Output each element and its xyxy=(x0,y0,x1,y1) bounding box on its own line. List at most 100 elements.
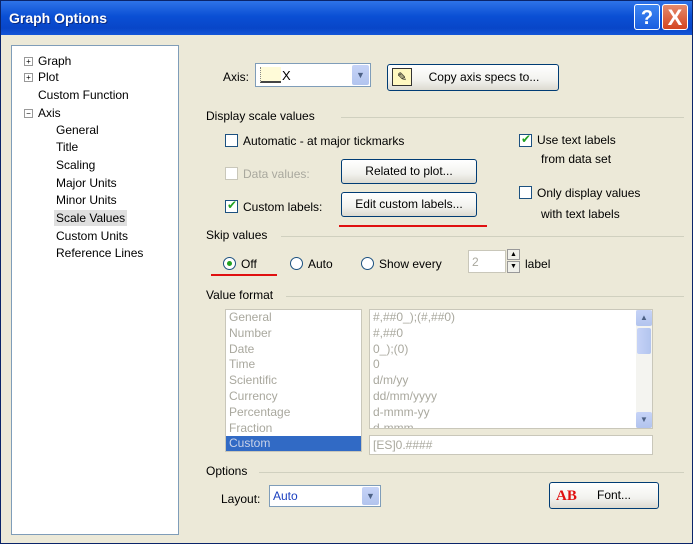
group-divider xyxy=(259,472,684,473)
automatic-checkbox[interactable] xyxy=(225,134,238,147)
list-item[interactable]: #,##0 xyxy=(370,326,652,342)
title-bar[interactable]: Graph Options ? X xyxy=(1,1,692,35)
list-item[interactable]: Number xyxy=(226,326,361,342)
list-item[interactable]: Date xyxy=(226,342,361,358)
list-item[interactable]: Time xyxy=(226,357,361,373)
expand-icon[interactable]: + xyxy=(24,73,33,82)
only-display-values-checkbox[interactable] xyxy=(519,186,532,199)
list-item[interactable]: d/m/yy xyxy=(370,373,652,389)
skip-auto-radio[interactable] xyxy=(290,257,303,270)
format-code-list[interactable]: #,##0_);(#,##0) #,##0 0_);(0) 0 d/m/yy d… xyxy=(369,309,653,429)
close-button[interactable]: X xyxy=(662,4,688,30)
copy-axis-specs-label: Copy axis specs to... xyxy=(428,70,540,84)
tree-item-general[interactable]: General xyxy=(56,122,99,138)
axis-combo[interactable]: X ▼ xyxy=(255,63,371,87)
skip-show-every-label: Show every xyxy=(379,257,442,271)
red-underline-annotation xyxy=(211,274,277,276)
axis-ruler-icon xyxy=(260,67,281,83)
font-button-label: Font... xyxy=(596,488,631,502)
skip-show-every-radio[interactable] xyxy=(361,257,374,270)
related-to-plot-button[interactable]: Related to plot... xyxy=(341,159,477,184)
skip-off-radio[interactable] xyxy=(223,257,236,270)
collapse-icon[interactable]: − xyxy=(24,109,33,118)
help-button[interactable]: ? xyxy=(634,4,660,30)
list-item[interactable]: 0 xyxy=(370,357,652,373)
tree-item-major-units[interactable]: Major Units xyxy=(56,175,117,191)
tree-item-reference-lines[interactable]: Reference Lines xyxy=(56,245,143,261)
use-text-labels-line2: from data set xyxy=(541,152,612,166)
tree-item-custom-units[interactable]: Custom Units xyxy=(56,228,128,244)
font-icon: AB xyxy=(556,488,577,504)
format-code-value: [ES]0.#### xyxy=(373,438,433,452)
data-values-checkbox[interactable] xyxy=(225,167,238,180)
list-item[interactable]: d-mmm-yy xyxy=(370,405,652,421)
tree-item-minor-units[interactable]: Minor Units xyxy=(56,192,117,208)
expand-icon[interactable]: + xyxy=(24,57,33,66)
value-format-heading: Value format xyxy=(206,288,274,302)
custom-labels-checkbox[interactable]: ✔ xyxy=(225,198,238,213)
list-item[interactable]: Currency xyxy=(226,389,361,405)
only-display-line2: with text labels xyxy=(541,207,620,221)
tree-item-scaling[interactable]: Scaling xyxy=(56,157,95,173)
skip-count-value: 2 xyxy=(472,255,479,269)
axis-label: Axis: xyxy=(223,70,250,84)
font-button[interactable]: AB Font... xyxy=(549,482,659,509)
edit-custom-labels-button[interactable]: Edit custom labels... xyxy=(341,192,477,217)
window-title: Graph Options xyxy=(9,10,107,26)
graph-options-window: Graph Options ? X + Graph + Plot Custom … xyxy=(0,0,693,544)
list-item[interactable]: Fraction xyxy=(226,421,361,437)
chevron-down-icon[interactable]: ▼ xyxy=(507,261,520,273)
format-code-input[interactable]: [ES]0.#### xyxy=(369,435,653,455)
chevron-up-icon[interactable]: ▲ xyxy=(507,249,520,260)
chevron-down-icon[interactable]: ▼ xyxy=(352,65,369,85)
scroll-down-icon[interactable]: ▼ xyxy=(636,412,652,428)
list-item[interactable]: 0_);(0) xyxy=(370,342,652,358)
tree-item-label: Plot xyxy=(38,70,59,84)
scroll-thumb[interactable] xyxy=(637,328,651,354)
group-divider xyxy=(341,117,684,118)
axis-value: X xyxy=(282,68,291,83)
copy-axis-specs-button[interactable]: ✎ Copy axis specs to... xyxy=(387,64,559,91)
skip-count-input[interactable]: 2 xyxy=(468,250,506,273)
use-text-labels-line1: Use text labels xyxy=(537,133,616,147)
red-underline-annotation xyxy=(339,225,487,227)
pencil-icon: ✎ xyxy=(392,68,412,86)
list-item[interactable]: #,##0_);(#,##0) xyxy=(370,310,652,326)
list-item[interactable]: dd/mm/yyyy xyxy=(370,389,652,405)
list-item[interactable]: d-mmm xyxy=(370,421,652,428)
skip-off-label: Off xyxy=(241,257,257,271)
group-divider xyxy=(286,296,684,297)
display-scale-values-heading: Display scale values xyxy=(206,109,315,123)
list-item[interactable]: Percentage xyxy=(226,405,361,421)
format-category-list[interactable]: General Number Date Time Scientific Curr… xyxy=(225,309,362,452)
options-tree[interactable]: + Graph + Plot Custom Function − Axis Ge… xyxy=(11,45,179,535)
group-divider xyxy=(281,236,684,237)
tree-item-scale-values[interactable]: Scale Values xyxy=(54,210,128,226)
tree-item-title[interactable]: Title xyxy=(56,139,78,155)
layout-label: Layout: xyxy=(221,492,261,506)
list-item[interactable]: General xyxy=(226,310,361,326)
only-display-line1: Only display values xyxy=(537,186,641,200)
data-values-label: Data values: xyxy=(243,167,310,181)
checkmark-icon: ✔ xyxy=(227,198,238,212)
checkmark-icon: ✔ xyxy=(521,132,532,146)
automatic-label: Automatic - at major tickmarks xyxy=(243,134,405,148)
format-list-scrollbar[interactable]: ▲ ▼ xyxy=(636,310,652,428)
options-heading: Options xyxy=(206,464,248,478)
list-item-selected[interactable]: Custom xyxy=(226,436,361,451)
custom-labels-label: Custom labels: xyxy=(243,200,323,214)
layout-value: Auto xyxy=(273,489,298,503)
layout-select[interactable]: Auto ▼ xyxy=(269,485,381,507)
chevron-down-icon[interactable]: ▼ xyxy=(362,487,379,505)
skip-values-heading: Skip values xyxy=(206,228,268,242)
skip-label-suffix: label xyxy=(525,257,551,271)
tree-item-label: Graph xyxy=(38,54,72,68)
tree-item-label: Axis xyxy=(38,106,61,120)
radio-dot-icon xyxy=(227,261,232,266)
list-item[interactable]: Scientific xyxy=(226,373,361,389)
skip-auto-label: Auto xyxy=(308,257,333,271)
skip-count-stepper[interactable]: ▲ ▼ xyxy=(507,249,520,273)
tree-item-custom-function[interactable]: Custom Function xyxy=(38,87,129,103)
scroll-up-icon[interactable]: ▲ xyxy=(636,310,652,326)
use-text-labels-checkbox[interactable]: ✔ xyxy=(519,132,532,147)
